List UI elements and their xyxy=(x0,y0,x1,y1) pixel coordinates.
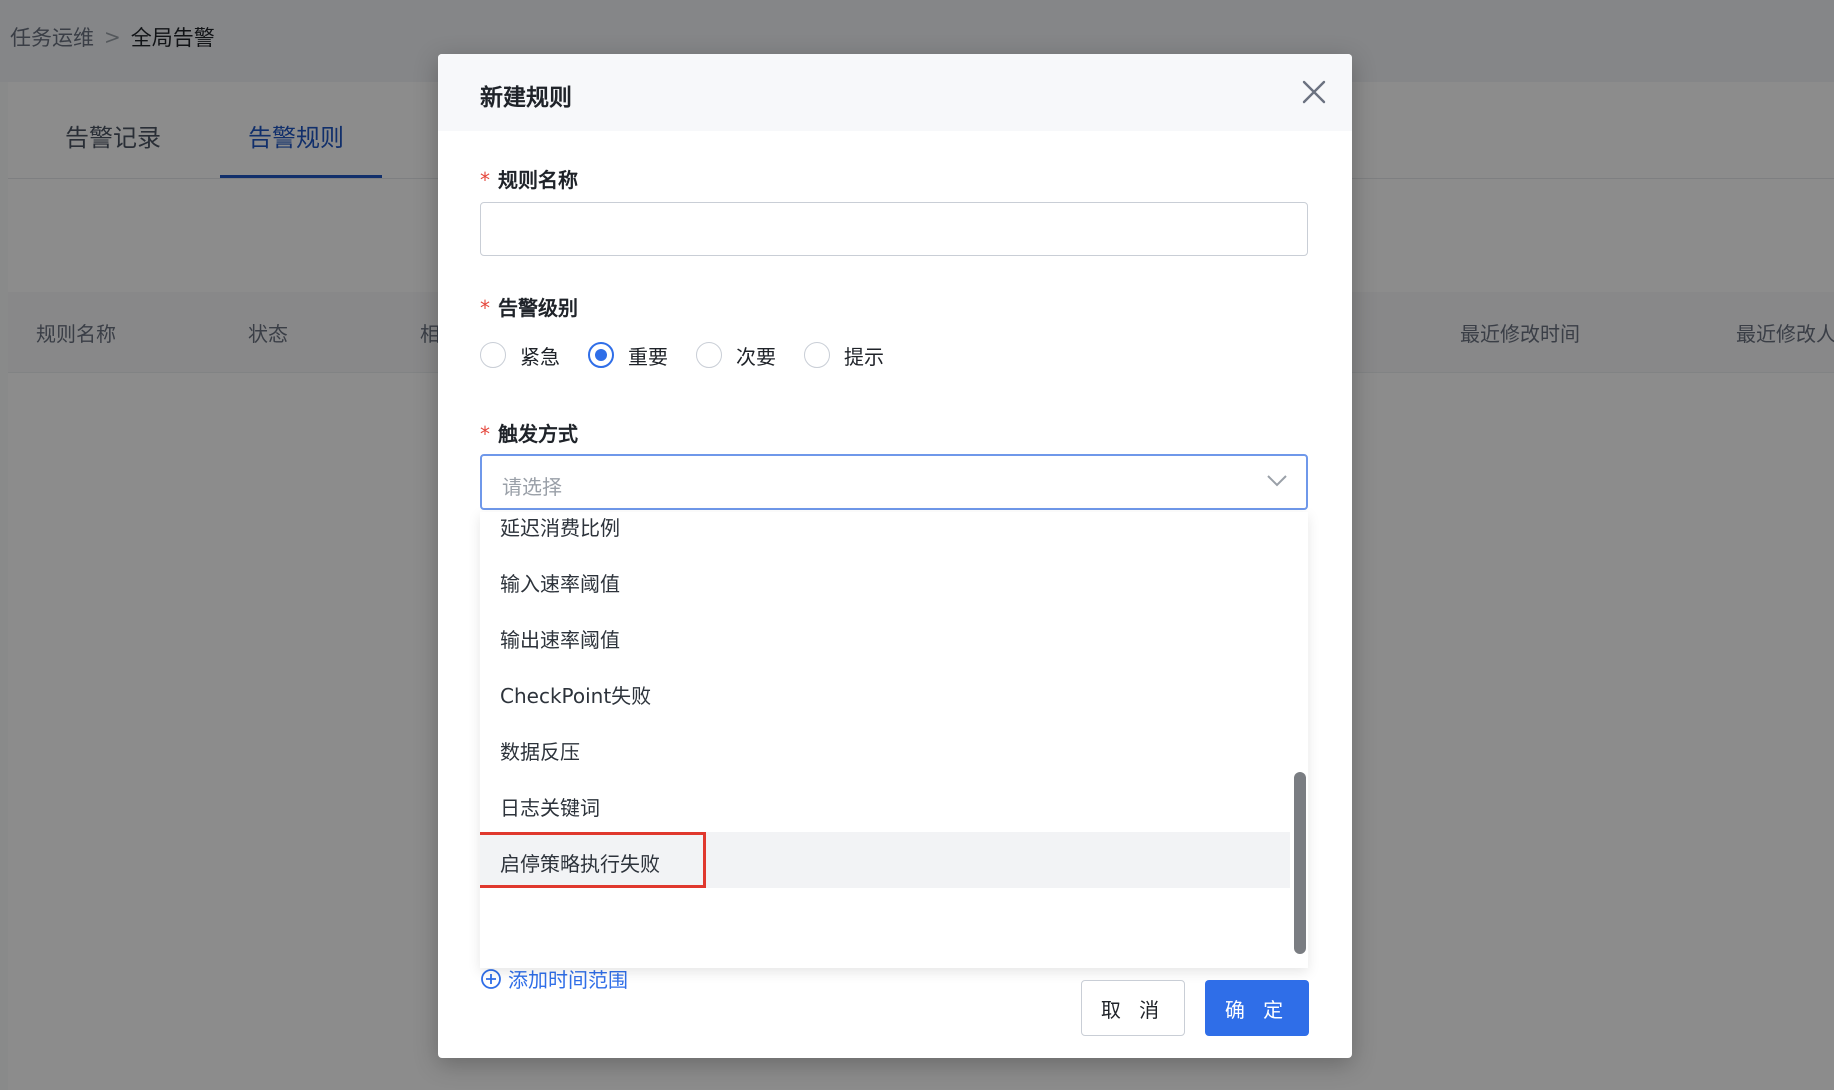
alert-level-label-text: 告警级别 xyxy=(498,296,578,320)
radio-circle[interactable] xyxy=(480,342,506,368)
alert-level-label: * 告警级别 xyxy=(480,292,578,321)
radio-label: 次要 xyxy=(736,344,776,369)
window-edge xyxy=(1834,0,1842,1090)
radio-hint[interactable]: 提示 xyxy=(804,341,884,370)
option-label: 日志关键词 xyxy=(500,796,600,820)
radio-circle-checked[interactable] xyxy=(588,342,614,368)
radio-label: 紧急 xyxy=(520,344,560,369)
radio-urgent[interactable]: 紧急 xyxy=(480,341,560,370)
plus-circle-icon xyxy=(481,968,501,989)
dropdown-option[interactable]: 数据反压 xyxy=(480,720,1290,776)
rule-name-label-text: 规则名称 xyxy=(498,168,578,192)
dropdown-option[interactable]: 输出速率阈值 xyxy=(480,608,1290,664)
radio-circle[interactable] xyxy=(696,342,722,368)
rule-name-input[interactable] xyxy=(480,202,1308,256)
highlight-annotation-box xyxy=(480,832,706,888)
chevron-down-icon xyxy=(1267,475,1287,487)
radio-label: 提示 xyxy=(844,344,884,369)
trigger-mode-select[interactable]: 请选择 xyxy=(480,454,1308,510)
trigger-mode-dropdown: 延迟消费比例 输入速率阈值 输出速率阈值 CheckPoint失败 数据反压 日… xyxy=(480,512,1308,968)
radio-circle[interactable] xyxy=(804,342,830,368)
dropdown-option[interactable]: CheckPoint失败 xyxy=(480,664,1290,720)
dropdown-option[interactable]: 延迟消费比例 xyxy=(480,512,1290,552)
option-label: 输出速率阈值 xyxy=(500,628,620,652)
dropdown-option[interactable]: 输入速率阈值 xyxy=(480,552,1290,608)
confirm-button[interactable]: 确 定 xyxy=(1205,980,1309,1036)
option-label: 输入速率阈值 xyxy=(500,572,620,596)
dropdown-option[interactable]: 日志关键词 xyxy=(480,776,1290,832)
dropdown-scrollbar[interactable] xyxy=(1294,772,1306,954)
required-mark: * xyxy=(480,422,490,446)
select-placeholder: 请选择 xyxy=(502,475,562,499)
radio-minor[interactable]: 次要 xyxy=(696,341,776,370)
close-icon xyxy=(1302,80,1326,104)
required-mark: * xyxy=(480,168,490,192)
add-time-range-link[interactable]: 添加时间范围 xyxy=(480,964,628,993)
alert-level-radio-group: 紧急 重要 次要 提示 xyxy=(480,340,912,370)
option-label: 延迟消费比例 xyxy=(500,516,620,540)
required-mark: * xyxy=(480,296,490,320)
trigger-mode-label: * 触发方式 xyxy=(480,418,578,447)
new-rule-dialog: 新建规则 * 规则名称 * 告警级别 紧急 重要 次要 提示 * 触发方式 请选… xyxy=(438,54,1352,1058)
dropdown-option-hovered[interactable]: 启停策略执行失败 xyxy=(480,832,1290,888)
radio-label: 重要 xyxy=(628,344,668,369)
radio-important[interactable]: 重要 xyxy=(588,341,668,370)
cancel-button[interactable]: 取 消 xyxy=(1081,980,1185,1036)
close-button[interactable] xyxy=(1296,74,1332,110)
rule-name-label: * 规则名称 xyxy=(480,164,578,193)
dialog-header: 新建规则 xyxy=(438,54,1352,131)
dialog-title: 新建规则 xyxy=(480,85,572,111)
trigger-mode-label-text: 触发方式 xyxy=(498,422,578,446)
option-label: 数据反压 xyxy=(500,740,580,764)
add-time-range-label: 添加时间范围 xyxy=(508,968,628,992)
option-label: CheckPoint失败 xyxy=(500,684,652,708)
